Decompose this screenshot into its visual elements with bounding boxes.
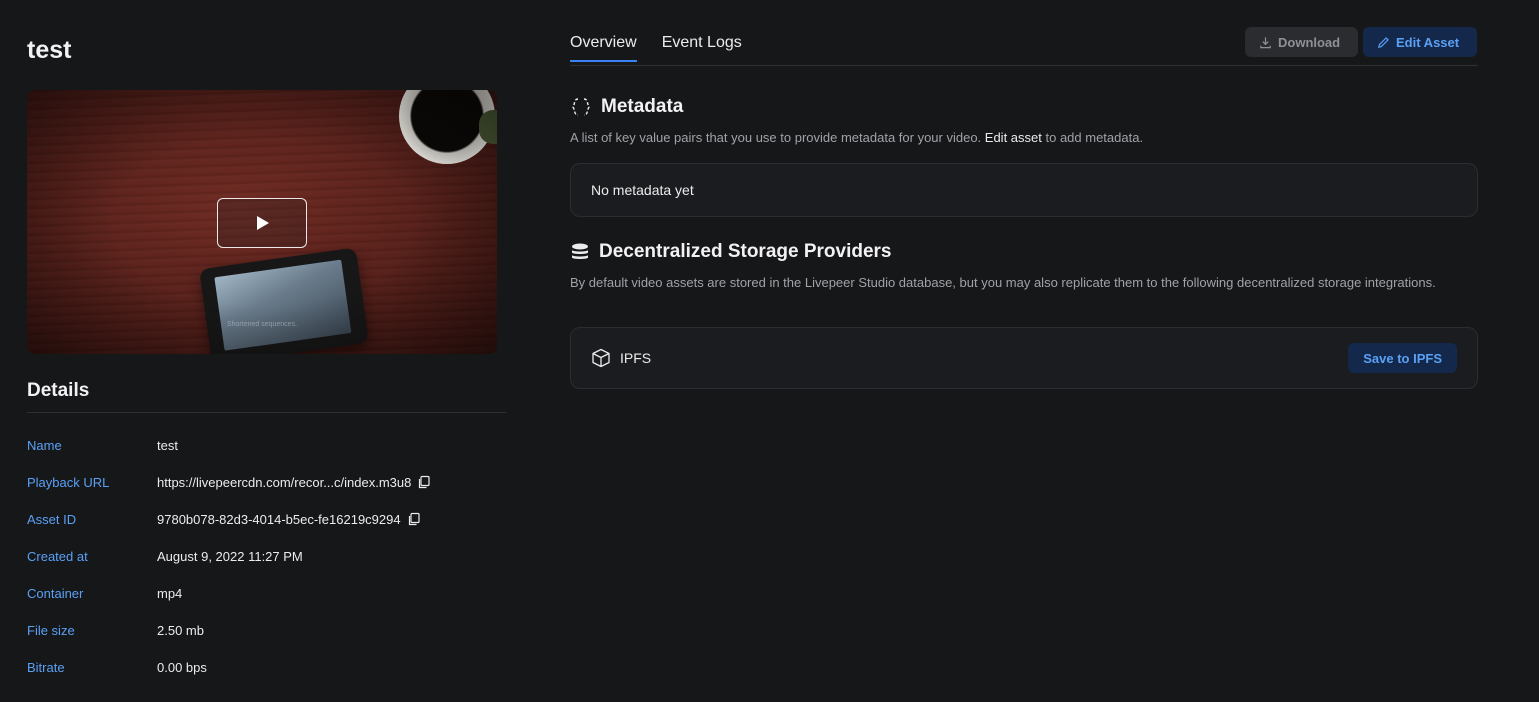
details-heading: Details <box>27 380 90 401</box>
divider <box>570 65 1478 66</box>
play-button[interactable] <box>217 198 307 248</box>
detail-row-created-at: Created at August 9, 2022 11:27 PM <box>27 546 506 566</box>
metadata-empty-text: No metadata yet <box>591 182 694 198</box>
detail-value: 9780b078-82d3-4014-b5ec-fe16219c9294 <box>157 511 401 527</box>
storage-description: By default video assets are stored in th… <box>570 275 1436 290</box>
metadata-empty-card: No metadata yet <box>570 163 1478 217</box>
detail-label: Name <box>27 437 62 453</box>
storage-title: Decentralized Storage Providers <box>599 241 892 262</box>
download-button[interactable]: Download <box>1245 27 1358 57</box>
detail-value: https://livepeercdn.com/recor...c/index.… <box>157 474 412 490</box>
edit-asset-label: Edit Asset <box>1396 34 1460 50</box>
asset-title: test <box>27 36 72 64</box>
download-label: Download <box>1278 34 1341 50</box>
detail-label: Asset ID <box>27 511 77 527</box>
cube-icon <box>592 348 610 368</box>
detail-label: Playback URL <box>27 474 110 490</box>
tab-overview[interactable]: Overview <box>570 34 637 62</box>
detail-value: mp4 <box>157 585 183 601</box>
detail-row-container: Container mp4 <box>27 583 506 603</box>
detail-label: Bitrate <box>27 659 65 675</box>
storage-heading: Decentralized Storage Providers <box>570 241 892 263</box>
ipfs-label: IPFS <box>620 350 652 366</box>
detail-value: test <box>157 437 178 453</box>
detail-label: Created at <box>27 548 88 564</box>
braces-icon <box>572 98 590 116</box>
metadata-description: A list of key value pairs that you use t… <box>570 130 1144 145</box>
save-to-ipfs-button[interactable]: Save to IPFS <box>1348 343 1457 373</box>
pencil-icon <box>1378 36 1389 48</box>
copy-icon[interactable] <box>417 475 431 489</box>
copy-icon[interactable] <box>407 512 421 526</box>
edit-asset-link[interactable]: Edit asset <box>985 130 1042 145</box>
detail-value: 2.50 mb <box>157 622 204 638</box>
detail-label: Container <box>27 585 84 601</box>
detail-row-name: Name test <box>27 435 506 455</box>
metadata-title: Metadata <box>601 96 684 117</box>
video-player[interactable]: Shortened sequences. <box>27 90 497 354</box>
metadata-heading: Metadata <box>570 96 683 118</box>
download-icon <box>1260 36 1271 48</box>
detail-row-asset-id: Asset ID 9780b078-82d3-4014-b5ec-fe16219… <box>27 509 506 529</box>
tab-event-logs[interactable]: Event Logs <box>662 34 742 62</box>
ipfs-card: IPFS Save to IPFS <box>570 327 1478 389</box>
video-caption: Shortened sequences. <box>226 321 298 328</box>
detail-label: File size <box>27 622 75 638</box>
play-icon <box>257 216 269 230</box>
detail-value: 0.00 bps <box>157 659 207 675</box>
edit-asset-button[interactable]: Edit Asset <box>1363 27 1477 57</box>
database-icon <box>572 243 588 259</box>
detail-value: August 9, 2022 11:27 PM <box>157 548 303 564</box>
tab-bar: Overview Event Logs <box>570 34 742 62</box>
detail-row-bitrate: Bitrate 0.00 bps <box>27 657 506 677</box>
divider <box>27 412 506 413</box>
detail-row-playback-url: Playback URL https://livepeercdn.com/rec… <box>27 472 506 492</box>
detail-row-file-size: File size 2.50 mb <box>27 620 506 640</box>
